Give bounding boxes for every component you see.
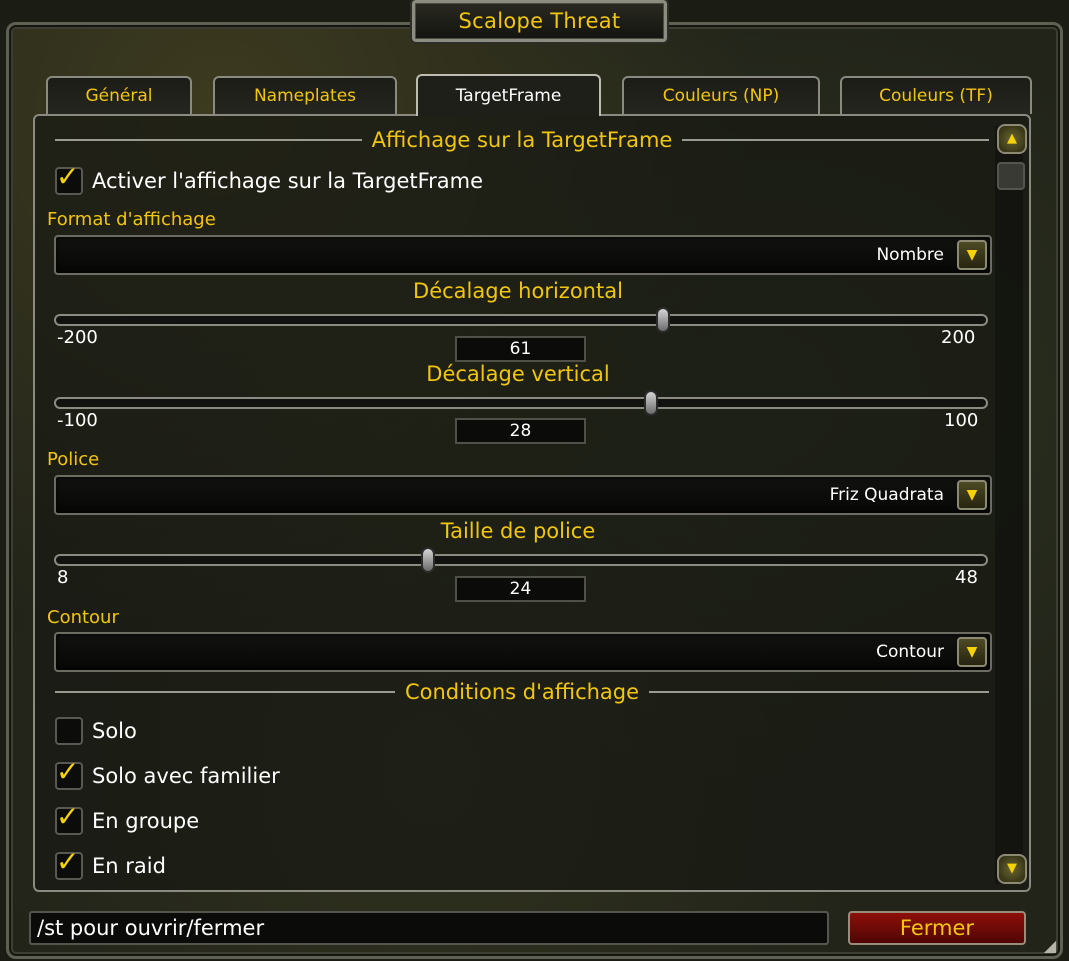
format-label: Format d'affichage <box>47 209 216 230</box>
font-size-title: Taille de police <box>440 519 596 543</box>
tab-targetframe[interactable]: TargetFrame <box>416 74 601 116</box>
offset-v-title: Décalage vertical <box>426 362 610 386</box>
tab-general[interactable]: Général <box>46 76 192 114</box>
check-icon: ✓ <box>56 755 80 788</box>
window-title[interactable]: Scalope Threat <box>412 0 667 42</box>
offset-v-slider-thumb[interactable] <box>644 390 659 416</box>
checkbox-label: Solo avec familier <box>92 764 280 788</box>
check-icon: ✓ <box>56 845 80 878</box>
panel-content: Affichage sur la TargetFrame ✓ Activer l… <box>35 116 1029 890</box>
divider <box>682 139 989 141</box>
section-header-conditions: Conditions d'affichage <box>55 679 990 705</box>
font-size-input[interactable]: 24 <box>455 576 586 602</box>
checkbox-label: Solo <box>92 719 137 743</box>
checkbox[interactable] <box>55 717 83 745</box>
offset-h-min: -200 <box>57 327 98 348</box>
dropdown-arrow-icon[interactable]: ▼ <box>957 637 987 667</box>
condition-group-checkbox[interactable]: ✓ En groupe <box>55 803 200 835</box>
scroll-down-icon[interactable]: ▼ <box>997 854 1027 884</box>
section-title: Conditions d'affichage <box>404 680 640 704</box>
font-size-min: 8 <box>57 567 69 588</box>
outline-label: Contour <box>47 607 119 628</box>
outline-value: Contour <box>876 642 944 662</box>
checkbox[interactable]: ✓ <box>55 758 83 790</box>
close-button[interactable]: Fermer <box>848 911 1026 945</box>
offset-h-input[interactable]: 61 <box>455 336 586 362</box>
font-label: Police <box>47 449 100 470</box>
tab-couleurs-np[interactable]: Couleurs (NP) <box>622 76 820 114</box>
check-icon: ✓ <box>56 160 80 193</box>
section-header-targetframe: Affichage sur la TargetFrame <box>55 127 989 153</box>
condition-solo-pet-checkbox[interactable]: ✓ Solo avec familier <box>55 758 280 790</box>
tab-nameplates[interactable]: Nameplates <box>213 76 397 114</box>
tab-couleurs-tf[interactable]: Couleurs (TF) <box>840 76 1032 114</box>
section-title: Affichage sur la TargetFrame <box>371 128 673 152</box>
resize-grip-icon[interactable]: ◢ <box>1039 935 1061 957</box>
scrollbar-thumb[interactable] <box>997 162 1025 190</box>
checkbox[interactable]: ✓ <box>55 803 83 835</box>
font-size-slider-thumb[interactable] <box>421 547 435 573</box>
enable-targetframe-checkbox[interactable]: ✓ Activer l'affichage sur la TargetFrame <box>55 163 484 195</box>
font-dropdown[interactable]: Friz Quadrata ▼ <box>54 475 992 515</box>
outline-dropdown[interactable]: Contour ▼ <box>54 632 992 672</box>
checkbox-label: Activer l'affichage sur la TargetFrame <box>92 169 484 193</box>
font-size-slider[interactable] <box>54 547 988 573</box>
offset-v-max: 100 <box>944 410 979 431</box>
checkbox[interactable]: ✓ <box>55 163 83 195</box>
options-panel: Affichage sur la TargetFrame ✓ Activer l… <box>33 114 1031 892</box>
dropdown-arrow-icon[interactable]: ▼ <box>957 480 987 510</box>
offset-h-max: 200 <box>941 327 976 348</box>
offset-h-title: Décalage horizontal <box>413 279 623 303</box>
offset-v-slider[interactable] <box>54 390 988 416</box>
checkbox-label: En groupe <box>92 809 200 833</box>
font-value: Friz Quadrata <box>829 485 944 505</box>
checkbox-label: En raid <box>92 854 166 878</box>
divider <box>649 691 990 693</box>
check-icon: ✓ <box>56 800 80 833</box>
condition-solo-checkbox[interactable]: Solo <box>55 717 137 745</box>
divider <box>55 139 362 141</box>
offset-v-min: -100 <box>57 410 98 431</box>
divider <box>55 691 395 693</box>
offset-v-input[interactable]: 28 <box>455 418 586 444</box>
offset-h-slider-thumb[interactable] <box>655 307 670 333</box>
scroll-up-icon[interactable]: ▲ <box>997 124 1027 154</box>
font-size-max: 48 <box>955 567 978 588</box>
scrollbar[interactable] <box>995 126 1023 884</box>
dropdown-arrow-icon[interactable]: ▼ <box>957 240 987 270</box>
condition-raid-checkbox[interactable]: ✓ En raid <box>55 848 166 880</box>
format-dropdown[interactable]: Nombre ▼ <box>54 235 992 275</box>
offset-h-slider[interactable] <box>54 307 988 333</box>
format-value: Nombre <box>876 245 944 265</box>
command-hint-field[interactable]: /st pour ouvrir/fermer <box>29 911 829 945</box>
checkbox[interactable]: ✓ <box>55 848 83 880</box>
